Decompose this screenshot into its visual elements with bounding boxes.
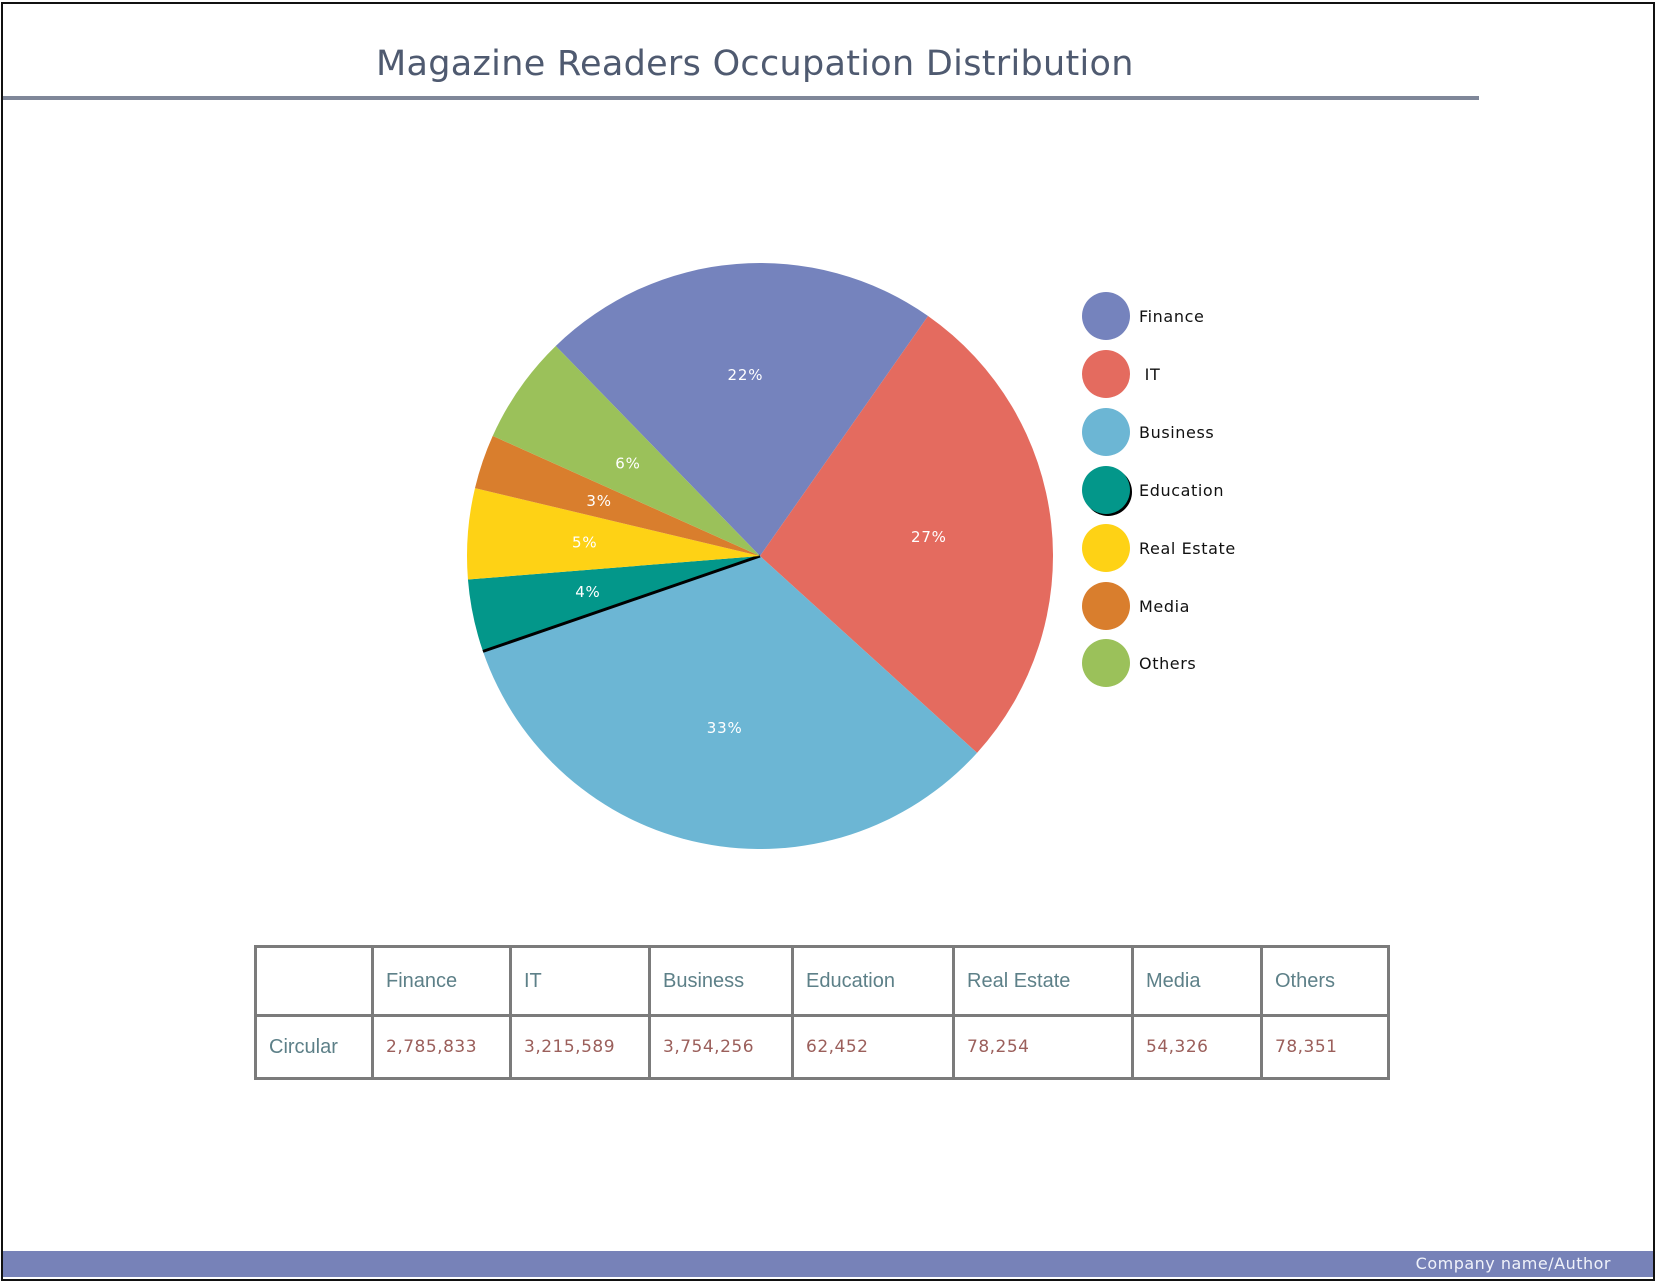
legend-item-business: Business: [1082, 408, 1214, 456]
table-header-cell: IT: [509, 945, 651, 1017]
legend-swatch-icon: [1082, 524, 1130, 572]
legend-label: Others: [1139, 653, 1197, 673]
pie-data-label: 4%: [575, 583, 600, 601]
legend-item-media: Media: [1082, 582, 1190, 630]
pie-data-label: 33%: [707, 719, 743, 737]
legend-label: IT: [1139, 364, 1161, 384]
table-header-cell: Real Estate: [952, 945, 1134, 1017]
table-header-cell: Education: [791, 945, 955, 1017]
pie-data-label: 3%: [586, 492, 611, 510]
pie-chart: 22% 27% 33% 4% 5% 3% 6%: [467, 263, 1053, 849]
table-row: Circular 2,785,833 3,215,589 3,754,256 6…: [254, 1014, 1390, 1080]
legend-swatch-icon: [1082, 466, 1130, 514]
legend-item-real-estate: Real Estate: [1082, 524, 1236, 572]
table-cell: 62,452: [791, 1014, 955, 1080]
table-cell: 3,215,589: [509, 1014, 651, 1080]
legend-swatch-icon: [1082, 582, 1130, 630]
legend-item-finance: Finance: [1082, 292, 1204, 340]
table-cell: 78,254: [952, 1014, 1134, 1080]
legend-label: Finance: [1139, 306, 1205, 326]
legend-swatch-icon: [1082, 292, 1130, 340]
table-cell: 2,785,833: [371, 1014, 512, 1080]
table-cell: 54,326: [1131, 1014, 1263, 1080]
footer-author: Company name/Author: [1415, 1254, 1611, 1273]
table-header-cell: Media: [1131, 945, 1263, 1017]
table-header-row: Finance IT Business Education Real Estat…: [254, 945, 1390, 1017]
table-header-cell: Business: [648, 945, 794, 1017]
pie-slices: [467, 263, 1053, 849]
legend-label: Real Estate: [1139, 538, 1236, 558]
legend-label: Media: [1139, 596, 1191, 616]
pie-data-label: 27%: [911, 528, 947, 546]
legend-item-education: Education: [1082, 466, 1224, 514]
table-cell: 3,754,256: [648, 1014, 794, 1080]
legend-item-it: IT: [1082, 350, 1160, 398]
legend-swatch-icon: [1082, 408, 1130, 456]
table-header-cell: Finance: [371, 945, 512, 1017]
footer-bar: Company name/Author: [3, 1251, 1653, 1277]
table-header-cell: [254, 945, 374, 1017]
legend-item-others: Others: [1082, 639, 1196, 687]
data-table: Finance IT Business Education Real Estat…: [254, 945, 1390, 1080]
legend-label: Business: [1139, 422, 1215, 442]
legend-swatch-icon: [1082, 350, 1130, 398]
pie-data-label: 6%: [615, 455, 640, 473]
table-header-cell: Others: [1260, 945, 1390, 1017]
legend-swatch-icon: [1082, 639, 1130, 687]
pie-data-label: 5%: [572, 534, 597, 552]
table-row-header: Circular: [254, 1014, 374, 1080]
table-cell: 78,351: [1260, 1014, 1390, 1080]
legend-label: Education: [1139, 480, 1225, 500]
pie-data-label: 22%: [728, 366, 764, 384]
